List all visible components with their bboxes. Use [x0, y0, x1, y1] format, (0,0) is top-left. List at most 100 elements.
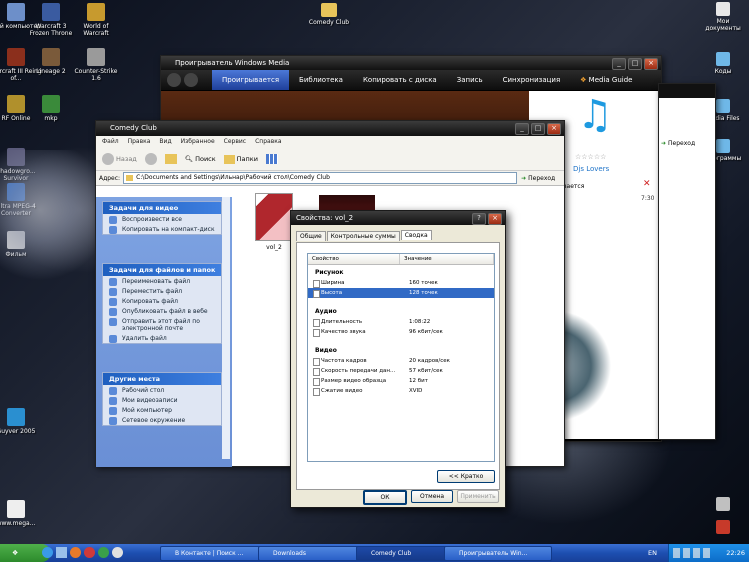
task-link[interactable]: Переместить файл: [103, 286, 221, 296]
close-button[interactable]: ×: [547, 123, 561, 135]
wmp-tab-library[interactable]: Библиотека: [289, 76, 353, 84]
close-button[interactable]: ×: [488, 213, 502, 225]
property-row[interactable]: Сжатие видео XVID: [308, 386, 494, 396]
go-button[interactable]: ➜ Переход: [661, 140, 695, 147]
property-row[interactable]: Размер видео образца 12 бит: [308, 376, 494, 386]
wmp-tab-now-playing[interactable]: Проигрывается: [212, 70, 290, 90]
property-row[interactable]: Частота кадров 20 кадров/сек: [308, 356, 494, 366]
tray-icons[interactable]: [673, 548, 713, 558]
menu-edit[interactable]: Правка: [128, 136, 151, 148]
app-icon: [7, 500, 25, 518]
task-link[interactable]: Опубликовать файл в вебе: [103, 306, 221, 316]
ie-icon[interactable]: [42, 547, 53, 558]
menu-favorites[interactable]: Избранное: [181, 136, 215, 148]
other-places-header[interactable]: Другие места: [103, 373, 221, 385]
dialog-titlebar[interactable]: Свойства: vol_2 ? ×: [291, 211, 505, 225]
cancel-button[interactable]: Отмена: [411, 490, 453, 503]
folders-button[interactable]: Папки: [223, 154, 258, 164]
property-row[interactable]: Высота 128 точек: [308, 288, 494, 298]
app-icon-3[interactable]: [112, 547, 123, 558]
tab-summary[interactable]: Сводка: [400, 230, 432, 240]
wmp-tab-burn[interactable]: Запись: [447, 76, 493, 84]
desktop-icon[interactable]: Мои документы: [700, 2, 746, 32]
desktop-icon[interactable]: [700, 520, 746, 536]
task-link[interactable]: Копировать на компакт-диск: [103, 224, 221, 234]
explorer-titlebar[interactable]: Comedy Club _ □ ×: [96, 121, 564, 136]
desktop-icon[interactable]: mkp: [25, 95, 77, 122]
collapse-button[interactable]: << Кратко: [437, 470, 495, 483]
minimize-button[interactable]: _: [612, 58, 626, 70]
task-link[interactable]: Сетевое окружение: [103, 415, 221, 425]
language-indicator[interactable]: EN: [648, 544, 657, 562]
app-icon[interactable]: [84, 547, 95, 558]
forward-icon[interactable]: [184, 73, 198, 87]
views-icon[interactable]: [265, 154, 278, 164]
app-icon-2[interactable]: [98, 547, 109, 558]
desktop-icon[interactable]: World of Warcraft: [70, 3, 122, 37]
app-icon: [716, 497, 730, 511]
task-link[interactable]: Воспроизвести все: [103, 214, 221, 224]
tab-general[interactable]: Общие: [296, 231, 326, 241]
search-button[interactable]: 🔍︎ Поиск: [185, 155, 216, 163]
file-tasks-panel: Задачи для файлов и папок Переименовать …: [102, 263, 222, 344]
back-icon[interactable]: [167, 73, 181, 87]
property-row[interactable]: Длительность 1:08:22: [308, 317, 494, 327]
property-row[interactable]: Ширина 160 точек: [308, 278, 494, 288]
task-link[interactable]: Отправить этот файл по электронной почте: [103, 316, 221, 333]
minimize-button[interactable]: _: [515, 123, 529, 135]
video-tasks-panel: Задачи для видео Воспроизвести все Копиро…: [102, 201, 222, 235]
task-link[interactable]: Рабочий стол: [103, 385, 221, 395]
close-x-icon[interactable]: ✕: [643, 179, 651, 189]
up-folder-icon[interactable]: [164, 154, 177, 164]
desktop-icon[interactable]: www.mega...: [0, 500, 42, 527]
maximize-button[interactable]: □: [628, 58, 642, 70]
video-tasks-header[interactable]: Задачи для видео: [103, 202, 221, 214]
forward-arrow-icon[interactable]: [144, 153, 157, 165]
task-comedy-club[interactable]: Comedy Club: [356, 546, 454, 561]
task-link[interactable]: Удалить файл: [103, 333, 221, 343]
menu-file[interactable]: Файл: [102, 136, 119, 148]
task-link[interactable]: Мой компьютер: [103, 405, 221, 415]
back-button[interactable]: Назад: [102, 153, 137, 165]
rating-stars[interactable]: ☆☆☆☆☆: [575, 153, 606, 161]
ok-button[interactable]: ОК: [363, 490, 407, 505]
task-pane-scrollbar[interactable]: [222, 197, 230, 459]
go-button[interactable]: ➜ Переход: [521, 175, 555, 182]
property-row[interactable]: Качество звука 96 кбит/сек: [308, 327, 494, 337]
desktop-icon[interactable]: Counter-Strike 1.6: [70, 48, 122, 82]
system-tray: 22:26: [668, 544, 749, 562]
desktop-icon[interactable]: Коды: [700, 52, 746, 75]
media-icon[interactable]: [70, 547, 81, 558]
address-input[interactable]: C:\Documents and Settings\Ильнар\Рабочий…: [123, 172, 518, 184]
help-button[interactable]: ?: [472, 213, 486, 225]
desktop-icon[interactable]: Guyver 2005: [0, 408, 42, 435]
task-link[interactable]: Переименовать файл: [103, 276, 221, 286]
go-arrow-icon: ➜: [661, 140, 667, 147]
tab-checksums[interactable]: Контрольные суммы: [326, 231, 400, 241]
task-downloads[interactable]: Downloads: [258, 546, 366, 561]
maximize-button[interactable]: □: [531, 123, 545, 135]
desktop-icon[interactable]: [700, 497, 746, 513]
task-link[interactable]: Мои видеозаписи: [103, 395, 221, 405]
wmp-tab-media-guide[interactable]: ❖ Media Guide: [570, 76, 642, 84]
column-value[interactable]: Значение: [400, 254, 494, 264]
task-vkontakte[interactable]: В Контакте | Поиск ...: [160, 546, 268, 561]
menu-view[interactable]: Вид: [159, 136, 171, 148]
property-row[interactable]: Скорость передачи дан... 57 кбит/сек: [308, 366, 494, 376]
dialog-tabs: Общие Контрольные суммы Сводка: [296, 230, 433, 241]
task-link[interactable]: Копировать файл: [103, 296, 221, 306]
app-icon: [716, 139, 730, 153]
column-property[interactable]: Свойство: [308, 254, 401, 264]
close-button[interactable]: ×: [644, 58, 658, 70]
apply-button[interactable]: Применить: [457, 490, 499, 503]
menu-tools[interactable]: Сервис: [224, 136, 246, 148]
wmp-tab-rip[interactable]: Копировать с диска: [353, 76, 447, 84]
menu-help[interactable]: Справка: [255, 136, 281, 148]
desktop-icon[interactable]: [56, 547, 67, 558]
property-value: XVID: [409, 388, 423, 394]
media-player-titlebar[interactable]: Проигрыватель Windows Media _ □ ×: [161, 56, 661, 70]
desktop-icon-comedy-club[interactable]: Comedy Club: [298, 3, 360, 26]
task-media-player[interactable]: Проигрыватель Win...: [444, 546, 552, 561]
file-tasks-header[interactable]: Задачи для файлов и папок: [103, 264, 221, 276]
wmp-tab-sync[interactable]: Синхронизация: [493, 76, 571, 84]
